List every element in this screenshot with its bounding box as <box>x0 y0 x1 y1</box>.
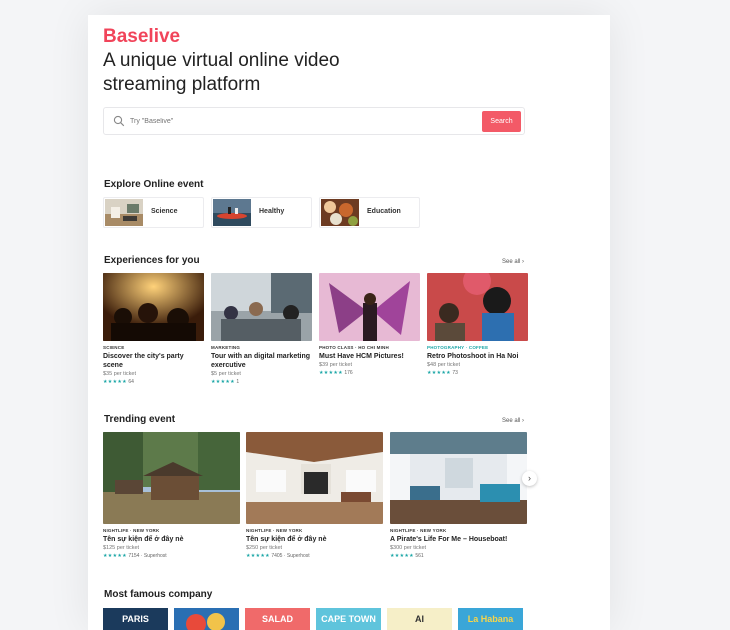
company-logo <box>174 608 239 630</box>
experience-image <box>103 273 204 341</box>
event-price: $300 per ticket <box>390 545 427 551</box>
see-all-label: See all <box>502 418 521 424</box>
search-input[interactable] <box>130 114 430 129</box>
company-logo-text: PARIS <box>122 614 149 624</box>
review-count: 7405 · Superhost <box>271 553 310 559</box>
category-education[interactable]: Education <box>319 197 420 228</box>
experiences-section-title: Experiences for you <box>104 255 200 266</box>
company-card[interactable]: La Habana <box>458 608 523 630</box>
trending-section-title: Trending event <box>104 414 176 425</box>
company-logo-text: AI <box>415 614 424 624</box>
review-count: 7154 · Superhost <box>128 553 167 559</box>
event-title: Tên sự kiện để ở đây nè <box>103 536 184 543</box>
event-title: Retro Photoshoot in Ha Noi <box>427 353 519 360</box>
event-rating: ★★★★★ 176 <box>319 370 420 376</box>
event-tag: PHOTOGRAPHY · COFFEE <box>427 345 489 350</box>
page-headline: A unique virtual online video streaming … <box>103 50 340 95</box>
category-label: Science <box>151 208 178 215</box>
experience-card[interactable]: MARKETING Tour with an digital marketing… <box>211 273 312 385</box>
event-price: $48 per ticket <box>427 362 461 368</box>
event-price: $35 per ticket <box>103 371 137 377</box>
trending-card[interactable]: NIGHTLIFE · NEW YORK Tên sự kiện để ở đâ… <box>246 432 383 559</box>
trending-image <box>390 432 527 524</box>
star-rating-icon: ★★★★★ <box>427 370 451 376</box>
event-title: Must Have HCM Pictures! <box>319 353 404 360</box>
brand-logo[interactable]: Baselive <box>103 26 180 48</box>
company-card[interactable]: AI <box>387 608 452 630</box>
chevron-right-icon: › <box>522 418 525 424</box>
event-rating: ★★★★★ 1 <box>211 379 312 385</box>
company-card[interactable]: CAPE TOWN <box>316 608 381 630</box>
science-thumbnail <box>105 199 143 226</box>
star-rating-icon: ★★★★★ <box>211 379 235 385</box>
education-thumbnail <box>321 199 359 226</box>
event-title: Discover the city's party scene <box>103 353 184 369</box>
star-rating-icon: ★★★★★ <box>246 553 270 559</box>
carousel-next-button[interactable]: › <box>522 471 537 486</box>
experience-image <box>319 273 420 341</box>
event-title: Tour with an digital marketing exercutiv… <box>211 353 311 369</box>
chevron-right-icon: › <box>528 473 531 483</box>
chevron-right-icon: › <box>522 259 525 265</box>
event-tag: MARKETING <box>211 345 241 350</box>
see-all-label: See all <box>502 259 521 265</box>
event-price: $39 per ticket <box>319 362 353 368</box>
event-rating: ★★★★★ 73 <box>427 370 528 376</box>
company-card[interactable]: SALAD <box>245 608 310 630</box>
companies-section-title: Most famous company <box>104 589 213 600</box>
star-rating-icon: ★★★★★ <box>103 553 127 559</box>
event-tag: NIGHTLIFE · NEW YORK <box>103 528 160 533</box>
trending-see-all-link[interactable]: See all › <box>502 418 524 424</box>
event-price: $5 per ticket <box>211 371 241 377</box>
review-count: 64 <box>128 379 134 385</box>
event-rating: ★★★★★ 561 <box>390 553 527 559</box>
event-tag: NIGHTLIFE · NEW YORK <box>246 528 303 533</box>
search-bar: Search <box>103 107 525 135</box>
explore-section-title: Explore Online event <box>104 179 204 190</box>
company-card[interactable] <box>174 608 239 630</box>
company-logo-text: CAPE TOWN <box>321 614 376 624</box>
trending-image <box>103 432 240 524</box>
event-tag: NIGHTLIFE · NEW YORK <box>390 528 447 533</box>
category-label: Healthy <box>259 208 285 215</box>
category-science[interactable]: Science <box>103 197 204 228</box>
category-label: Education <box>367 208 401 215</box>
search-button[interactable]: Search <box>482 111 521 132</box>
review-count: 73 <box>452 370 458 376</box>
search-icon <box>113 115 125 127</box>
trending-card[interactable]: NIGHTLIFE · NEW YORK Tên sự kiện để ở đâ… <box>103 432 240 559</box>
event-title: Tên sự kiện để ở đây nè <box>246 536 327 543</box>
company-logo-text: La Habana <box>467 614 514 624</box>
event-title: A Pirate's Life For Me – Houseboat! <box>390 536 508 543</box>
event-price: $125 per ticket <box>103 545 140 551</box>
company-card[interactable]: PARIS <box>103 608 168 630</box>
star-rating-icon: ★★★★★ <box>390 553 414 559</box>
experience-card[interactable]: PHOTOGRAPHY · COFFEE Retro Photoshoot in… <box>427 273 528 376</box>
review-count: 1 <box>236 379 240 385</box>
company-logo-text: SALAD <box>262 614 293 624</box>
event-price: $250 per ticket <box>246 545 283 551</box>
experience-card[interactable]: SCIENCE Discover the city's party scene … <box>103 273 204 385</box>
event-tag: SCIENCE <box>103 345 125 350</box>
landing-page: Baselive A unique virtual online video s… <box>88 15 610 630</box>
star-rating-icon: ★★★★★ <box>319 370 343 376</box>
experiences-see-all-link[interactable]: See all › <box>502 259 524 265</box>
trending-card[interactable]: NIGHTLIFE · NEW YORK A Pirate's Life For… <box>390 432 527 559</box>
event-tag: PHOTO CLASS · HO CHI MINH <box>319 345 389 350</box>
experience-image <box>427 273 528 341</box>
category-healthy[interactable]: Healthy <box>211 197 312 228</box>
review-count: 176 <box>344 370 353 376</box>
review-count: 561 <box>415 553 424 559</box>
experience-card[interactable]: PHOTO CLASS · HO CHI MINH Must Have HCM … <box>319 273 420 376</box>
event-rating: ★★★★★ 7154 · Superhost <box>103 553 240 559</box>
healthy-thumbnail <box>213 199 251 226</box>
star-rating-icon: ★★★★★ <box>103 379 127 385</box>
event-rating: ★★★★★ 64 <box>103 379 204 385</box>
trending-image <box>246 432 383 524</box>
event-rating: ★★★★★ 7405 · Superhost <box>246 553 383 559</box>
experience-image <box>211 273 312 341</box>
